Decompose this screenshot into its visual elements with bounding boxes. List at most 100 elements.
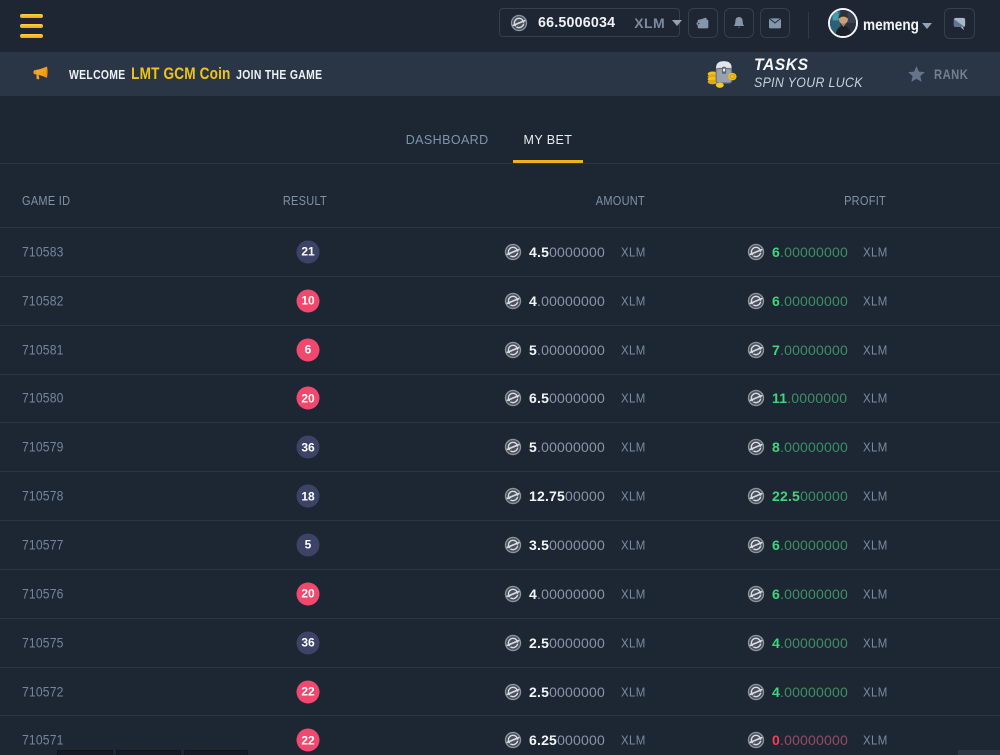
profit-currency: XLM	[863, 586, 888, 601]
tasks-widget[interactable]: TASKS SPIN YOUR LUCK	[704, 55, 878, 91]
balance-value: 66.5006034	[538, 14, 615, 31]
xlm-coin-icon	[747, 243, 765, 261]
table-row[interactable]: 710576 20 4.00000000 XLM 6.00000000 XLM	[0, 570, 1000, 619]
bet-profit: 22.5000000	[772, 488, 848, 504]
table-row[interactable]: 710575 36 2.50000000 XLM 4.00000000 XLM	[0, 619, 1000, 668]
star-icon	[906, 64, 927, 84]
xlm-coin-icon	[510, 14, 528, 32]
rank-widget[interactable]: RANK	[906, 52, 977, 96]
bet-amount: 2.50000000	[529, 684, 605, 700]
result-badge: 22	[297, 680, 320, 703]
profit-currency: XLM	[863, 293, 888, 308]
table-row[interactable]: 710579 36 5.00000000 XLM 8.00000000 XLM	[0, 423, 1000, 472]
column-header-game-id: GAME ID	[22, 194, 70, 208]
xlm-coin-icon	[747, 292, 765, 310]
top-bar: 66.5006034 XLM memeng	[0, 0, 1000, 52]
xlm-coin-icon	[504, 731, 522, 749]
profit-currency: XLM	[863, 244, 888, 259]
bet-profit: 8.00000000	[772, 439, 848, 455]
bottom-cutoff-panel	[958, 750, 1000, 755]
tab-my-bet[interactable]: MY BET	[513, 117, 584, 163]
game-id: 710572	[22, 684, 64, 699]
amount-currency: XLM	[621, 489, 646, 504]
bet-amount: 4.00000000	[529, 586, 605, 602]
table-row[interactable]: 710582 10 4.00000000 XLM 6.00000000 XLM	[0, 277, 1000, 326]
xlm-coin-icon	[504, 341, 522, 359]
profit-currency: XLM	[863, 537, 888, 552]
xlm-coin-icon	[504, 487, 522, 505]
column-header-amount: AMOUNT	[596, 194, 645, 208]
xlm-coin-icon	[747, 389, 765, 407]
username[interactable]: memeng	[863, 0, 919, 52]
amount-currency: XLM	[621, 244, 646, 259]
user-avatar[interactable]	[828, 8, 858, 38]
bet-profit: 7.00000000	[772, 342, 848, 358]
game-id: 710571	[22, 733, 64, 748]
xlm-coin-icon	[504, 634, 522, 652]
result-badge: 18	[297, 485, 320, 508]
welcome-suffix: JOIN THE GAME	[236, 67, 322, 82]
column-header-profit: PROFIT	[844, 194, 886, 208]
rank-label: RANK	[934, 66, 968, 82]
wallet-button[interactable]	[688, 8, 718, 38]
tasks-subtitle: SPIN YOUR LUCK	[754, 74, 863, 90]
tasks-text: TASKS SPIN YOUR LUCK	[754, 56, 878, 90]
xlm-coin-icon	[504, 292, 522, 310]
bet-amount: 2.50000000	[529, 635, 605, 651]
table-row[interactable]: 710578 18 12.7500000 XLM 22.5000000 XLM	[0, 472, 1000, 521]
table-row[interactable]: 710581 6 5.00000000 XLM 7.00000000 XLM	[0, 326, 1000, 375]
game-id: 710578	[22, 489, 64, 504]
result-badge: 36	[297, 631, 320, 654]
xlm-coin-icon	[747, 585, 765, 603]
table-body: 710583 21 4.50000000 XLM 6.00000000 XLM …	[0, 228, 1000, 755]
notifications-button[interactable]	[724, 8, 754, 38]
chat-button[interactable]	[944, 8, 975, 39]
game-id: 710582	[22, 293, 64, 308]
bet-profit: 6.00000000	[772, 586, 848, 602]
avatar-photo	[830, 10, 856, 36]
bottom-cutoff-panel	[116, 750, 181, 755]
tasks-title: TASKS	[754, 56, 868, 74]
xlm-coin-icon	[747, 634, 765, 652]
bet-profit: 4.00000000	[772, 635, 848, 651]
game-id: 710575	[22, 635, 64, 650]
messages-button[interactable]	[760, 8, 790, 38]
profit-currency: XLM	[863, 489, 888, 504]
table-row[interactable]: 710583 21 4.50000000 XLM 6.00000000 XLM	[0, 228, 1000, 277]
table-row[interactable]: 710572 22 2.50000000 XLM 4.00000000 XLM	[0, 668, 1000, 717]
amount-currency: XLM	[621, 342, 646, 357]
bet-amount: 4.00000000	[529, 293, 605, 309]
result-badge: 20	[297, 387, 320, 410]
xlm-coin-icon	[504, 389, 522, 407]
profit-currency: XLM	[863, 635, 888, 650]
profit-currency: XLM	[863, 391, 888, 406]
bet-profit: 11.0000000	[772, 390, 847, 406]
amount-currency: XLM	[621, 586, 646, 601]
result-badge: 10	[297, 289, 320, 312]
hamburger-menu-icon[interactable]	[20, 14, 43, 38]
topbar-divider	[808, 12, 809, 39]
balance-selector[interactable]: 66.5006034 XLM	[499, 8, 680, 37]
bet-profit: 4.00000000	[772, 684, 848, 700]
user-menu-chevron-down-icon[interactable]	[922, 23, 932, 29]
treasure-chest-icon	[704, 55, 741, 91]
xlm-coin-icon	[747, 536, 765, 554]
bottom-cutoff-panel	[184, 750, 248, 755]
profit-currency: XLM	[863, 342, 888, 357]
profit-currency: XLM	[863, 440, 888, 455]
table-row[interactable]: 710577 5 3.50000000 XLM 6.00000000 XLM	[0, 521, 1000, 570]
bet-profit: 6.00000000	[772, 244, 848, 260]
column-header-result: RESULT	[283, 194, 327, 208]
bet-amount: 12.7500000	[529, 488, 605, 504]
xlm-coin-icon	[747, 438, 765, 456]
tab-dashboard[interactable]: DASHBOARD	[395, 117, 500, 163]
xlm-coin-icon	[504, 585, 522, 603]
table-row[interactable]: 710580 20 6.50000000 XLM 11.0000000 XLM	[0, 375, 1000, 424]
bet-amount: 5.00000000	[529, 342, 605, 358]
bet-amount: 4.50000000	[529, 244, 605, 260]
result-badge: 6	[297, 338, 320, 361]
xlm-coin-icon	[504, 536, 522, 554]
my-bet-table: GAME ID RESULT AMOUNT PROFIT 710583 21 4…	[0, 164, 1000, 755]
result-badge: 5	[297, 533, 320, 556]
xlm-coin-icon	[747, 683, 765, 701]
